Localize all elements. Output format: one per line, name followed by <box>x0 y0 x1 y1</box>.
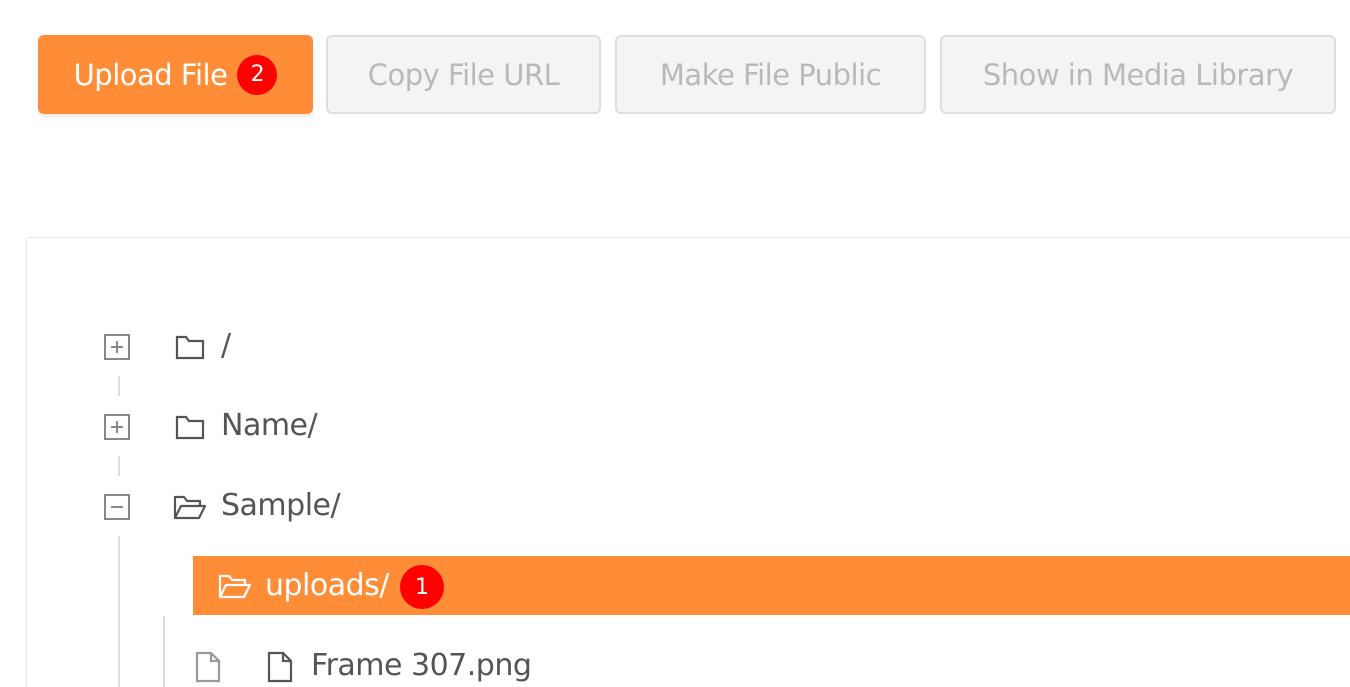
file-tree-panel <box>26 237 1350 687</box>
expand-toggle[interactable] <box>104 414 130 440</box>
upload-file-button[interactable]: Upload File 2 <box>38 35 313 114</box>
tree-connector <box>118 536 120 687</box>
make-file-public-button[interactable]: Make File Public <box>615 35 926 114</box>
upload-file-label: Upload File <box>73 57 228 92</box>
folder-icon <box>175 335 205 360</box>
folder-open-icon <box>173 495 207 520</box>
folder-icon <box>175 415 205 440</box>
tree-item-root[interactable]: / <box>221 331 231 361</box>
tree-item-name[interactable]: Name/ <box>221 411 318 441</box>
file-icon <box>267 651 293 683</box>
tree-connector <box>163 616 165 687</box>
file-icon <box>195 651 221 683</box>
tree-item-frame-307[interactable]: Frame 307.png <box>311 651 532 681</box>
folder-open-icon <box>218 574 252 599</box>
tree-connector <box>118 376 120 396</box>
show-in-media-library-button[interactable]: Show in Media Library <box>940 35 1336 114</box>
upload-badge: 2 <box>237 54 278 95</box>
tree-item-sample[interactable]: Sample/ <box>221 491 341 521</box>
tree-item-uploads-label: uploads/ <box>265 568 389 603</box>
tree-connector <box>118 456 120 476</box>
expand-toggle[interactable] <box>104 334 130 360</box>
collapse-toggle[interactable] <box>104 494 130 520</box>
copy-file-url-button[interactable]: Copy File URL <box>326 35 601 114</box>
uploads-badge: 1 <box>400 565 444 609</box>
